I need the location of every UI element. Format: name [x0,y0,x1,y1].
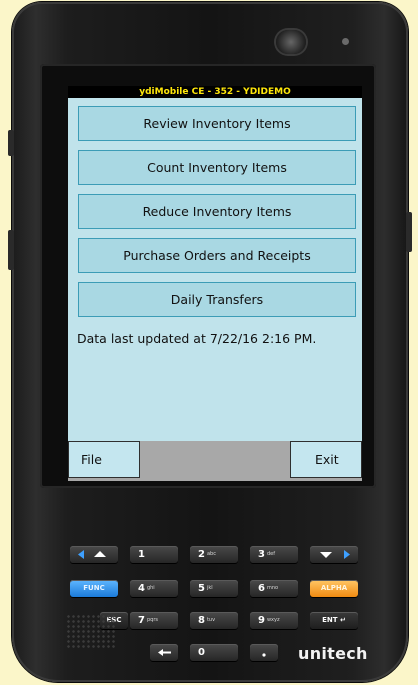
key-6-letters: mno [266,585,279,591]
key-1-label: 1 [138,549,145,560]
key-2-letters: abc [206,551,216,557]
side-button-lower[interactable] [8,230,14,270]
camera-lens-icon [276,30,306,54]
window-title: ydiMobile CE - 352 - YDIDEMO [68,86,362,98]
left-up-arrow-icon [78,550,106,559]
down-right-arrow-icon [320,550,350,559]
key-9-label: 9 [258,615,265,626]
dot-key[interactable] [250,644,278,661]
key-5-letters: jkl [206,585,213,591]
key-3-letters: def [266,551,275,557]
key-3-label: 3 [258,549,265,560]
down-right-arrow-key[interactable] [310,546,358,563]
key-8-letters: tuv [206,617,216,623]
key-0[interactable]: 0 [190,644,238,661]
backspace-icon [158,649,171,656]
key-3[interactable]: 3 def [250,546,298,563]
key-5-label: 5 [198,583,205,594]
alpha-key[interactable]: ALPHA [310,580,358,597]
speaker-grille [66,614,116,650]
dot-icon [262,653,266,657]
daily-transfers-button[interactable]: Daily Transfers [78,282,356,317]
footer-bar: File Exit [68,441,362,481]
side-button-right[interactable] [406,212,412,252]
key-2[interactable]: 2 abc [190,546,238,563]
app-screen: ydiMobile CE - 352 - YDIDEMO Review Inve… [68,86,362,481]
key-8-label: 8 [198,615,205,626]
key-6[interactable]: 6 mno [250,580,298,597]
blue-function-key[interactable]: FUNC [70,580,118,597]
review-inventory-items-button[interactable]: Review Inventory Items [78,106,356,141]
count-inventory-items-button[interactable]: Count Inventory Items [78,150,356,185]
key-8[interactable]: 8 tuv [190,612,238,629]
key-0-label: 0 [198,647,205,658]
key-1[interactable]: 1 [130,546,178,563]
side-button-upper[interactable] [8,130,14,156]
left-up-arrow-key[interactable] [70,546,118,563]
key-6-label: 6 [258,583,265,594]
brand-logo: unitech [298,644,368,663]
key-9[interactable]: 9 wxyz [250,612,298,629]
enter-key[interactable]: ENT ↵ [310,612,358,629]
key-5[interactable]: 5 jkl [190,580,238,597]
key-7-label: 7 [138,615,145,626]
light-sensor-icon [342,38,349,45]
last-updated-status: Data last updated at 7/22/16 2:16 PM. [77,331,317,346]
key-4-letters: ghi [146,585,155,591]
backspace-key[interactable] [150,644,178,661]
key-7[interactable]: 7 pqrs [130,612,178,629]
exit-button[interactable]: Exit [290,441,362,478]
reduce-inventory-items-button[interactable]: Reduce Inventory Items [78,194,356,229]
key-4-label: 4 [138,583,145,594]
key-9-letters: wxyz [266,617,280,623]
key-7-letters: pqrs [146,617,158,623]
key-2-label: 2 [198,549,205,560]
file-button[interactable]: File [68,441,140,478]
key-4[interactable]: 4 ghi [130,580,178,597]
purchase-orders-and-receipts-button[interactable]: Purchase Orders and Receipts [78,238,356,273]
